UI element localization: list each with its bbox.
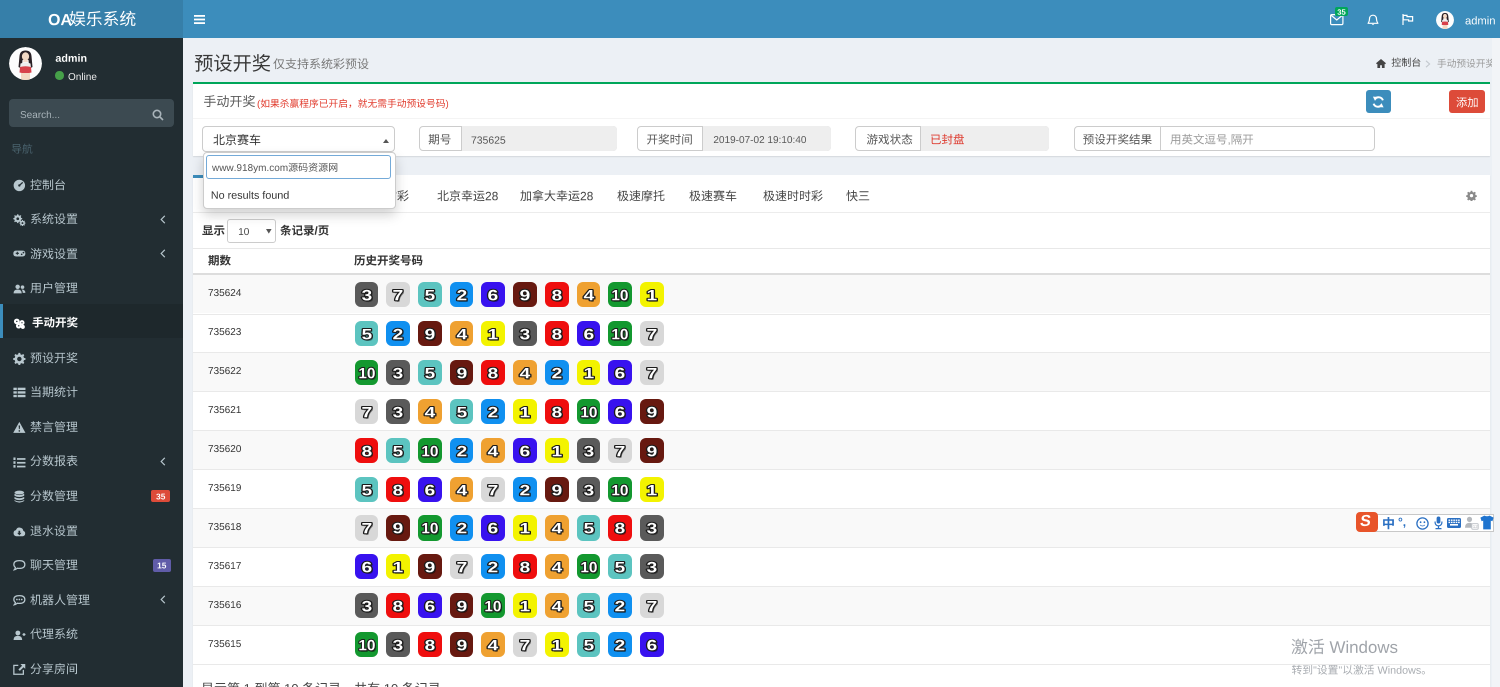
svg-text:12: 12 — [1473, 524, 1479, 529]
